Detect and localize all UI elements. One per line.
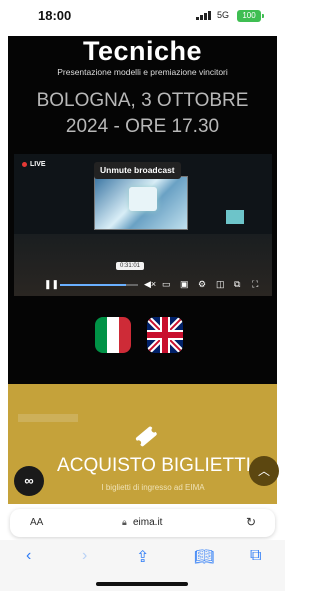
network-type: 5G <box>216 10 229 20</box>
home-indicator <box>96 582 188 586</box>
address-bar[interactable]: AA 🔒︎ eima.it ↻ <box>10 509 275 537</box>
player-controls: ❚❚ ◀× ▭ ▣ ⚙ ◫ ⧉ ⛶ <box>14 272 272 296</box>
share-icon[interactable]: ⇪ <box>136 547 149 567</box>
lock-icon: 🔒︎ <box>122 517 127 527</box>
status-bar: 18:00 5G 100 <box>0 0 285 36</box>
tickets-section[interactable]: ACQUISTO BIGLIETTI I biglietti di ingres… <box>8 384 277 504</box>
tabs-icon[interactable]: ⧉ <box>250 547 261 565</box>
video-frame-screen <box>94 176 188 230</box>
event-date-line2: 2024 - ORE 17.30 <box>65 116 220 137</box>
status-time: 18:00 <box>38 8 72 23</box>
live-label: LIVE <box>30 161 46 168</box>
url-text[interactable]: eima.it <box>133 517 162 528</box>
tickets-note: I biglietti di ingresso ad EIMA <box>101 483 205 492</box>
language-selector <box>95 317 183 353</box>
reload-icon[interactable]: ↻ <box>246 515 256 529</box>
page-title: Tecniche <box>82 36 203 66</box>
fullscreen-icon[interactable]: ⛶ <box>252 279 258 290</box>
volume-icon[interactable]: ◀× <box>144 279 156 290</box>
bookmarks-icon[interactable]: 📖︎ <box>194 547 214 567</box>
forward-chevron-icon[interactable]: › <box>82 547 87 565</box>
seek-time-tooltip: 0:31:01 <box>116 262 145 270</box>
live-video-player[interactable]: LIVE Unmute broadcast 0:31:01 ❚❚ ◀× ▭ ▣ … <box>14 154 272 296</box>
uk-flag-icon[interactable] <box>147 317 183 353</box>
text-size-button[interactable]: AA <box>30 517 43 528</box>
italian-flag-icon[interactable] <box>95 317 131 353</box>
infinity-icon[interactable]: ∞ <box>14 466 44 496</box>
video-frame-side-screen <box>226 210 244 224</box>
unmute-button[interactable]: Unmute broadcast <box>94 162 181 179</box>
event-date: BOLOGNA, 3 OTTOBRE 2024 - ORE 17.30 <box>8 88 277 140</box>
live-dot-icon <box>22 162 27 167</box>
ticket-icon <box>132 422 160 457</box>
tickets-label: ACQUISTO BIGLIETTI <box>57 455 251 476</box>
back-chevron-icon[interactable]: ‹ <box>26 547 31 565</box>
page-subtitle: Presentazione modelli e premiazione vinc… <box>57 67 228 77</box>
pip-icon[interactable]: ⧉ <box>234 279 240 290</box>
battery-icon: 100 <box>237 10 264 22</box>
live-badge: LIVE <box>22 161 46 168</box>
chat-icon[interactable]: ▣ <box>180 279 189 290</box>
pause-icon[interactable]: ❚❚ <box>44 279 59 290</box>
signal-icon <box>196 11 211 20</box>
cast-icon[interactable]: ◫ <box>216 279 225 290</box>
captions-icon[interactable]: ▭ <box>162 279 171 290</box>
scroll-top-chevron-up-icon[interactable]: ︿ <box>249 456 279 486</box>
event-date-line1: BOLOGNA, 3 OTTOBRE <box>36 90 249 111</box>
settings-gear-icon[interactable]: ⚙ <box>198 279 206 290</box>
